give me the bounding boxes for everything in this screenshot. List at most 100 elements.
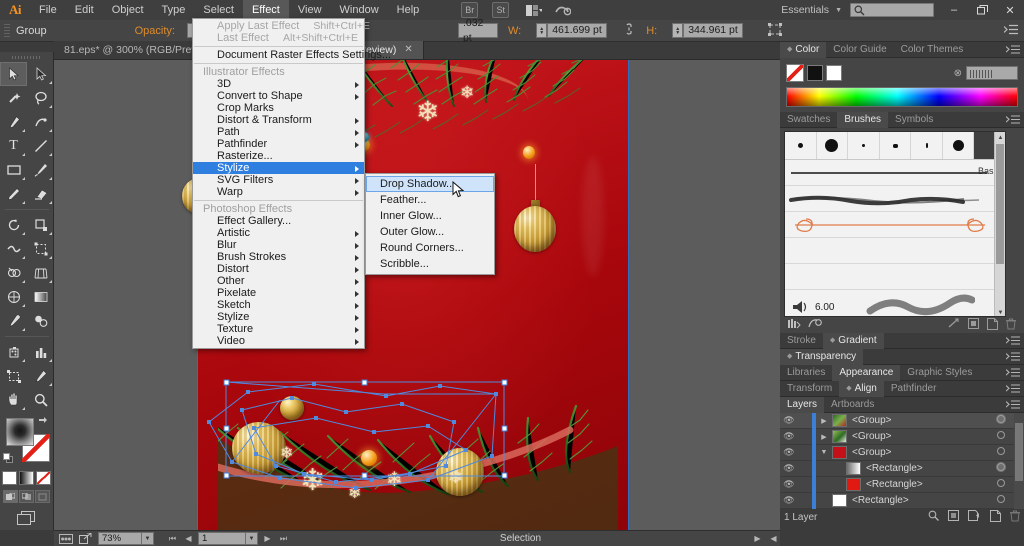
arrange-documents-icon[interactable] [523, 2, 545, 18]
layer-name[interactable]: <Rectangle> [866, 479, 992, 490]
target-indicator[interactable] [992, 447, 1010, 458]
layer-name[interactable]: <Rectangle> [852, 495, 992, 506]
gradient-mode-button[interactable] [19, 471, 34, 485]
target-indicator[interactable] [992, 495, 1010, 506]
table-row[interactable]: 👁 ▶ <Group> [780, 428, 1024, 445]
tab-appearance[interactable]: Appearance [832, 364, 901, 381]
new-layer-icon[interactable] [990, 509, 1001, 525]
share-icon[interactable] [77, 532, 93, 545]
table-row[interactable]: 👁 <Rectangle> [780, 476, 1024, 493]
panel-collapse-icon[interactable]: ◆ [830, 333, 835, 349]
remove-brush-stroke-icon[interactable] [948, 317, 960, 333]
menu-crop-marks[interactable]: Crop Marks [193, 102, 364, 114]
column-graph-tool[interactable] [27, 340, 54, 364]
chain-link-icon[interactable] [623, 22, 635, 39]
brush-dot-2[interactable] [817, 132, 849, 159]
tool-flyout-indicator[interactable] [49, 359, 52, 362]
table-row[interactable]: 👁 <Rectangle> [780, 460, 1024, 477]
panel-collapse-icon[interactable]: ◆ [787, 349, 792, 365]
brush-dot-4[interactable] [880, 132, 912, 159]
tab-color[interactable]: ◆ Color [780, 41, 827, 58]
stock-icon[interactable]: St [492, 2, 510, 18]
target-indicator[interactable] [992, 415, 1010, 426]
height-stepper[interactable]: ▲ ▼ [672, 23, 684, 38]
menu-pathfinder[interactable]: Pathfinder [193, 138, 364, 150]
change-screen-mode-button[interactable] [0, 511, 53, 526]
menu-effect[interactable]: Effect [242, 0, 289, 20]
tool-flyout-indicator[interactable] [22, 153, 25, 156]
brush-dot-1[interactable] [785, 132, 817, 159]
brush-row-basic[interactable]: Basic [785, 160, 1005, 186]
eye-icon[interactable]: 👁 [780, 495, 798, 506]
menu-view[interactable]: View [289, 0, 331, 20]
eye-icon[interactable]: 👁 [780, 463, 798, 474]
menu-warp[interactable]: Warp [193, 186, 364, 198]
color-spectrum-bar[interactable] [786, 87, 1018, 107]
curvature-tool[interactable] [27, 110, 54, 134]
menu-svg-filters[interactable]: SVG Filters [193, 174, 364, 186]
x-position-input[interactable]: .032 pt [457, 17, 498, 44]
menu-window[interactable]: Window [331, 0, 388, 20]
submenu-scribble[interactable]: Scribble... [366, 256, 494, 272]
panel-menu-icon[interactable] [1005, 45, 1020, 56]
slice-tool[interactable] [27, 364, 54, 388]
tab-graphic-styles[interactable]: Graphic Styles [900, 365, 979, 381]
eye-icon[interactable]: 👁 [780, 479, 798, 490]
zoom-tool[interactable] [27, 388, 54, 412]
brush-row-charcoal[interactable] [785, 186, 1005, 212]
canvas[interactable]: ❄ ❄ ❄ ❄ ❄ ❄ ❄ [54, 60, 780, 530]
tool-flyout-indicator[interactable] [49, 153, 52, 156]
tool-flyout-indicator[interactable] [22, 280, 25, 283]
layers-scroll-thumb[interactable] [1015, 423, 1023, 481]
menu-video[interactable]: Video [193, 335, 364, 347]
tab-swatches[interactable]: Swatches [780, 112, 837, 128]
selected-garland-group[interactable]: ❄ ❄ ❄ ❄ ❄ [207, 370, 618, 530]
menu-effect-gallery[interactable]: Effect Gallery... [193, 215, 364, 227]
menu-object[interactable]: Object [103, 0, 153, 20]
free-transform-tool[interactable] [27, 237, 54, 261]
brush-libraries-icon[interactable] [788, 318, 801, 332]
panel-collapse-icon[interactable]: ◆ [846, 381, 851, 397]
hand-tool[interactable] [0, 388, 27, 412]
prev-artboard-button[interactable]: ◀ [182, 532, 195, 545]
layer-name[interactable]: <Group> [852, 431, 992, 442]
draw-normal-button[interactable] [3, 490, 18, 503]
blend-tool[interactable] [27, 309, 54, 333]
status-resize-icon[interactable]: ◀ [767, 532, 780, 545]
eye-icon[interactable]: 👁 [780, 415, 798, 426]
menu-distort[interactable]: Distort [193, 263, 364, 275]
disclosure-triangle-icon[interactable]: ▶ [816, 433, 832, 441]
tool-flyout-indicator[interactable] [49, 383, 52, 386]
menu-path[interactable]: Path [193, 126, 364, 138]
disclosure-triangle-icon[interactable]: ▶ [816, 417, 832, 425]
swap-fill-stroke-icon[interactable] [38, 416, 48, 428]
artboard-tool[interactable] [0, 364, 27, 388]
tab-gradient[interactable]: ◆ Gradient [822, 332, 884, 349]
tool-flyout-indicator[interactable] [49, 201, 52, 204]
transform-bounding-box-icon[interactable] [768, 22, 783, 39]
brush-dot-5[interactable] [911, 132, 943, 159]
menu-type[interactable]: Type [153, 0, 195, 20]
menu-brush-strokes[interactable]: Brush Strokes [193, 251, 364, 263]
tool-flyout-indicator[interactable] [49, 105, 52, 108]
layer-name[interactable]: <Group> [852, 447, 992, 458]
brush-list-scrollbar[interactable]: ▲ ▼ [994, 132, 1005, 316]
workspace-switcher[interactable]: Essentials [775, 4, 835, 16]
brush-libraries-menu-icon[interactable] [808, 318, 822, 332]
menu-3d[interactable]: 3D [193, 78, 364, 90]
fill-swatch[interactable] [6, 418, 34, 446]
menu-texture[interactable]: Texture [193, 323, 364, 335]
tool-flyout-indicator[interactable] [22, 304, 25, 307]
panel-menu-icon[interactable] [1005, 115, 1020, 126]
search-input[interactable] [850, 3, 934, 17]
menu-convert-to-shape[interactable]: Convert to Shape [193, 90, 364, 102]
black-swatch[interactable] [807, 65, 823, 81]
zoom-dropdown-icon[interactable]: ▼ [142, 532, 154, 545]
type-tool[interactable]: T [0, 134, 27, 158]
first-artboard-button[interactable]: ⏮ [166, 532, 179, 545]
next-artboard-button[interactable]: ▶ [261, 532, 274, 545]
brush-list[interactable]: Basic 6.00 ▲ ▼ [784, 131, 1006, 317]
stylize-submenu[interactable]: Drop Shadow... Feather... Inner Glow... … [365, 173, 495, 275]
height-input[interactable]: 344.961 pt [683, 23, 744, 38]
status-menu-icon[interactable]: ▶ [751, 532, 764, 545]
